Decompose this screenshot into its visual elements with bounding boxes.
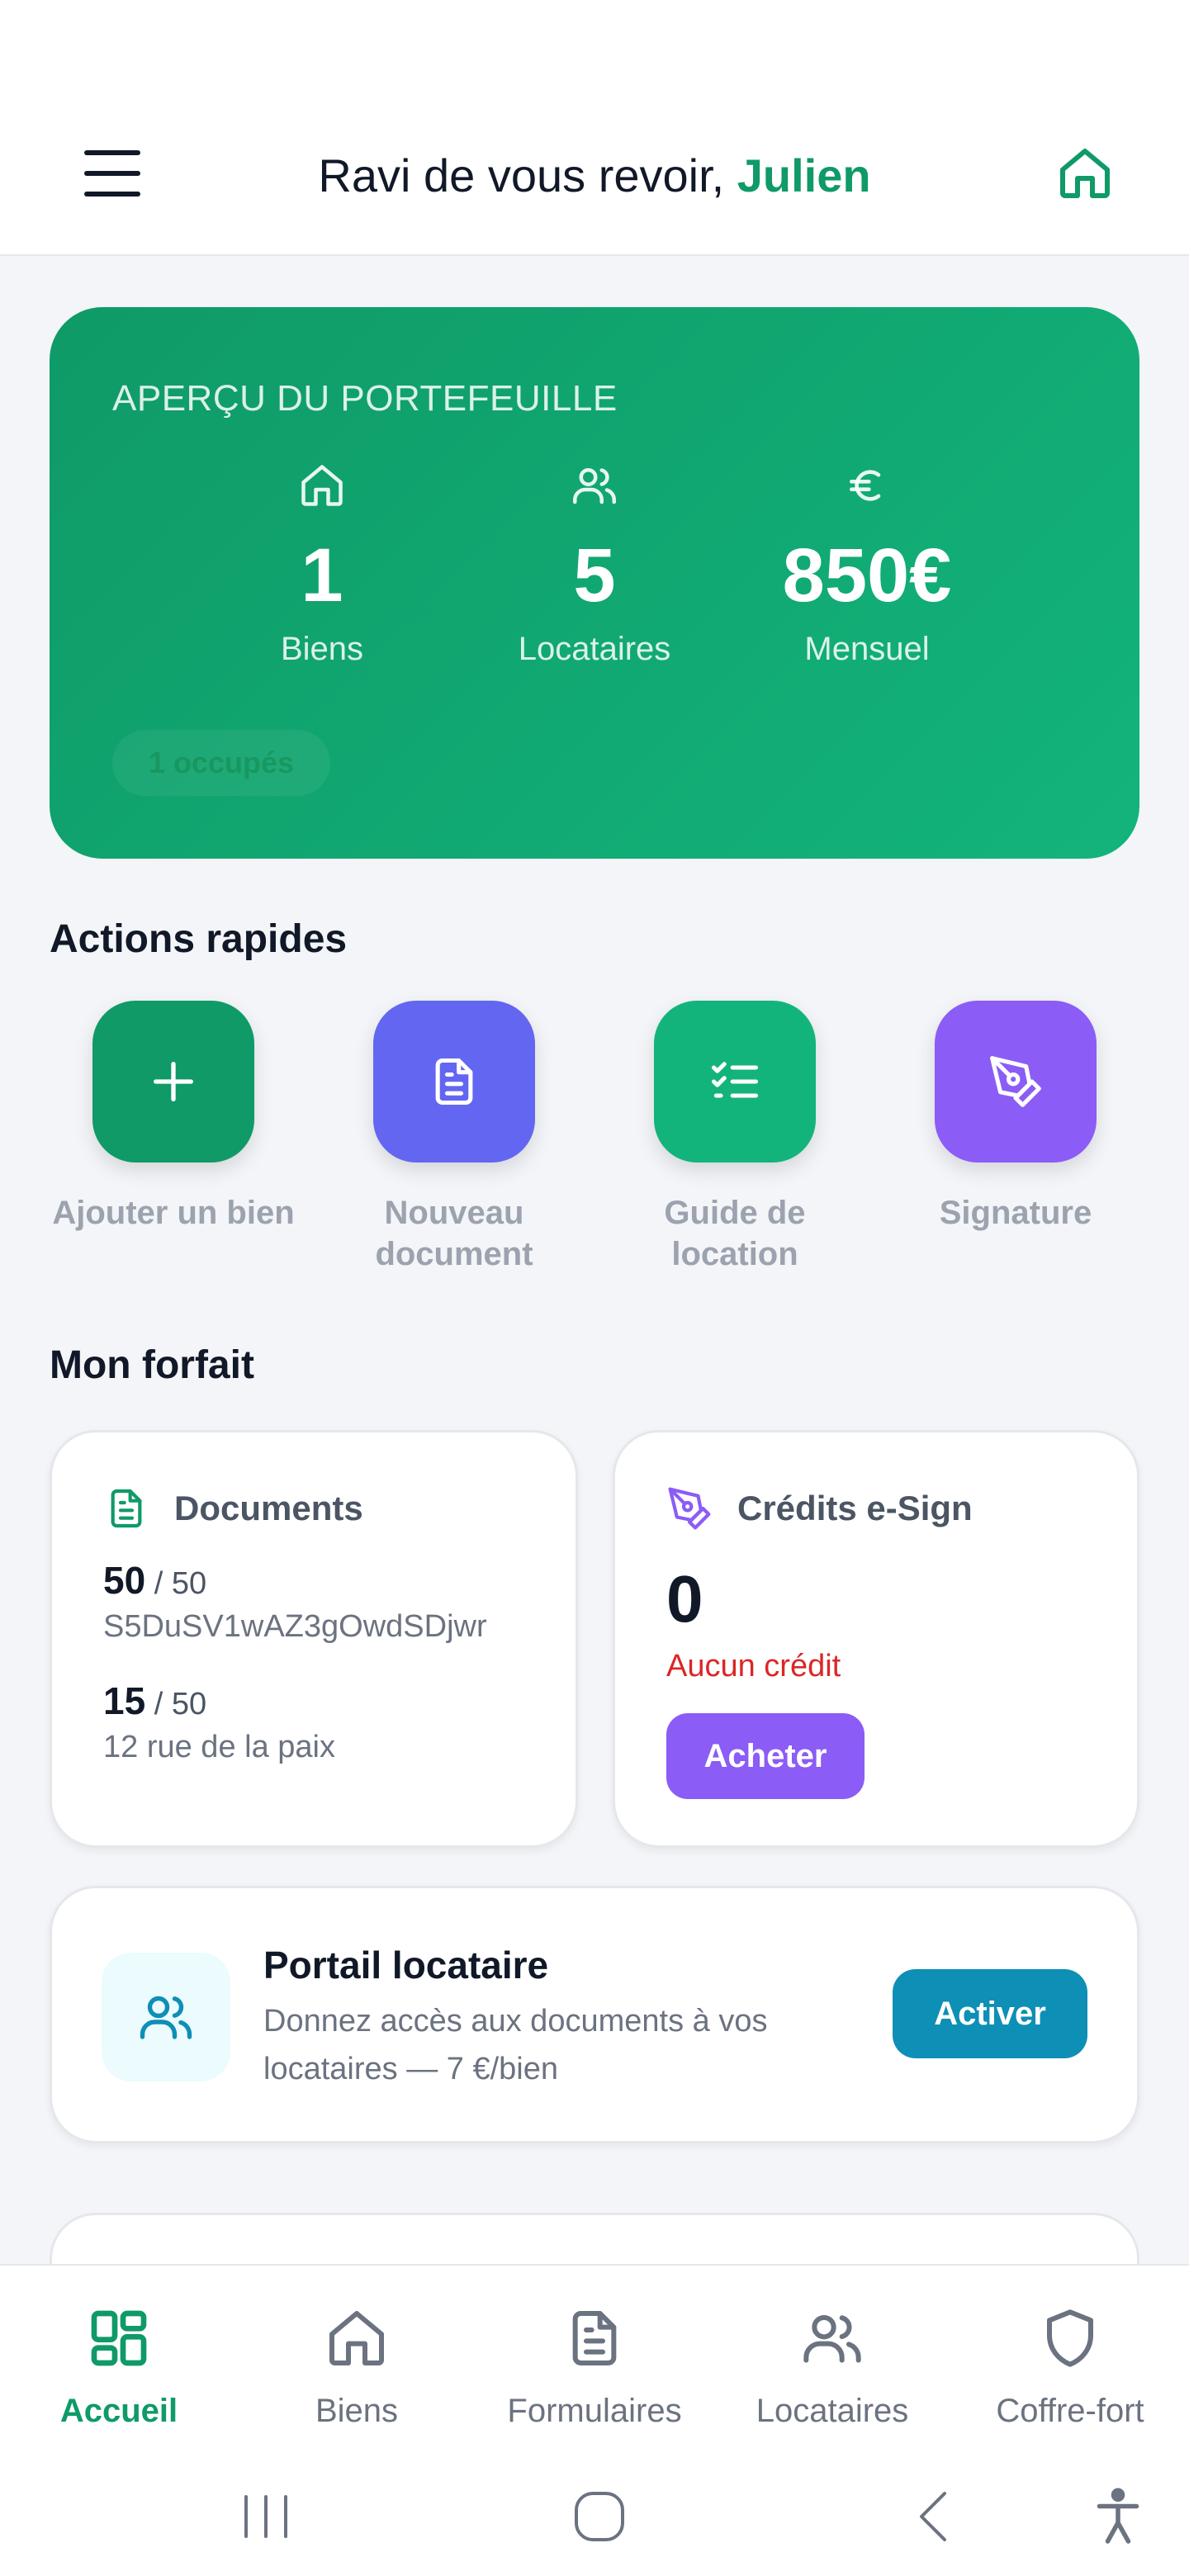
euro-icon bbox=[850, 470, 881, 501]
quota-total: / 50 bbox=[154, 1566, 207, 1601]
documents-quota-card: Documents 50 / 50 S5DuSV1wAZ3gOwdSDjwr 1… bbox=[50, 1430, 578, 1848]
esign-credit-count: 0 bbox=[666, 1562, 703, 1636]
nav-item-accueil[interactable]: Accueil bbox=[0, 2299, 238, 2430]
users-icon bbox=[803, 2315, 861, 2363]
plan-title: Mon forfait bbox=[50, 1343, 254, 1387]
portal-description: Donnez accès aux documents à vos locatai… bbox=[263, 2004, 768, 2086]
stat-label: Mensuel bbox=[804, 631, 930, 667]
add-property-button[interactable] bbox=[92, 1001, 254, 1163]
signature-button[interactable] bbox=[935, 1001, 1097, 1163]
quick-action-signature[interactable]: Signature bbox=[875, 1001, 1156, 1234]
quick-action-label: Guide de location bbox=[664, 1195, 806, 1272]
nav-item-formulaires[interactable]: Formulaires bbox=[476, 2299, 713, 2430]
quota-row: 15 / 50 bbox=[103, 1679, 206, 1723]
nav-label: Coffre-fort bbox=[996, 2393, 1144, 2429]
nav-label: Formulaires bbox=[507, 2393, 682, 2429]
quota-total: / 50 bbox=[154, 1687, 207, 1721]
portfolio-overview-card: APERÇU DU PORTEFEUILLE 1 Biens 5 Locatai… bbox=[50, 307, 1139, 859]
stat-monthly: 850€ Mensuel bbox=[702, 456, 1032, 668]
quota-property-label: S5DuSV1wAZ3gOwdSDjwr bbox=[103, 1609, 487, 1644]
buy-credits-button[interactable]: Acheter bbox=[666, 1713, 865, 1799]
documents-card-title: Documents bbox=[174, 1489, 363, 1527]
shield-icon bbox=[1047, 2309, 1093, 2367]
esign-credit-status: Aucun crédit bbox=[666, 1649, 841, 1683]
users-icon bbox=[573, 468, 617, 504]
plus-icon bbox=[154, 1062, 193, 1101]
esign-card-title: Crédits e-Sign bbox=[737, 1489, 973, 1527]
recents-icon bbox=[244, 2495, 287, 2538]
accessibility-icon bbox=[1097, 2488, 1139, 2544]
recent-apps-button[interactable] bbox=[225, 2482, 307, 2551]
nav-item-locataires[interactable]: Locataires bbox=[713, 2299, 951, 2430]
new-document-button[interactable] bbox=[373, 1001, 535, 1163]
back-chevron-icon bbox=[920, 2492, 946, 2541]
document-icon bbox=[435, 1058, 473, 1106]
document-icon bbox=[572, 2311, 617, 2365]
app-header: Ravi de vous revoir, Julien bbox=[0, 107, 1189, 256]
quick-actions-title: Actions rapides bbox=[50, 917, 348, 961]
quick-action-label: Ajouter un bien bbox=[52, 1195, 295, 1231]
portal-icon-badge bbox=[102, 1953, 230, 2081]
pen-icon bbox=[990, 1056, 1041, 1107]
users-icon bbox=[140, 1996, 192, 2039]
system-home-button[interactable] bbox=[558, 2482, 641, 2551]
quota-property-label: 12 rue de la paix bbox=[103, 1730, 335, 1764]
system-navigation-bar bbox=[0, 2459, 1189, 2576]
page-title: Ravi de vous revoir, Julien bbox=[0, 147, 1189, 205]
greeting-text: Ravi de vous revoir, bbox=[318, 149, 737, 201]
system-back-button[interactable] bbox=[892, 2482, 974, 2551]
home-icon bbox=[301, 465, 343, 506]
stat-value: 850€ bbox=[782, 533, 952, 618]
user-name: Julien bbox=[737, 149, 871, 201]
home-button[interactable] bbox=[1050, 139, 1120, 208]
quick-action-new-document[interactable]: Nouveau document bbox=[314, 1001, 594, 1275]
quota-row: 50 / 50 bbox=[103, 1558, 206, 1603]
status-bar bbox=[0, 0, 1189, 107]
quota-used: 50 bbox=[103, 1559, 146, 1602]
quick-action-label: Nouveau document bbox=[375, 1195, 533, 1272]
nav-label: Biens bbox=[315, 2393, 399, 2429]
nav-item-coffre-fort[interactable]: Coffre-fort bbox=[951, 2299, 1189, 2430]
esign-credits-card: Crédits e-Sign 0 Aucun crédit Acheter bbox=[613, 1430, 1139, 1848]
portfolio-title: APERÇU DU PORTEFEUILLE bbox=[112, 378, 618, 419]
quick-action-add-property[interactable]: Ajouter un bien bbox=[33, 1001, 314, 1234]
nav-label: Accueil bbox=[59, 2393, 178, 2429]
document-icon bbox=[111, 1489, 142, 1528]
quick-action-rental-guide[interactable]: Guide de location bbox=[594, 1001, 875, 1275]
quota-used: 15 bbox=[103, 1679, 146, 1722]
checklist-icon bbox=[711, 1062, 759, 1098]
tenant-portal-card: Portail locataire Donnez accès aux docum… bbox=[50, 1886, 1139, 2143]
home-icon bbox=[1060, 149, 1110, 198]
nav-label: Locataires bbox=[756, 2393, 909, 2429]
nav-item-biens[interactable]: Biens bbox=[238, 2299, 476, 2430]
bottom-navigation: Accueil Biens Formulaires Locataires Cof… bbox=[0, 2264, 1189, 2459]
activate-portal-button[interactable]: Activer bbox=[893, 1969, 1087, 2058]
home-circle-icon bbox=[575, 2492, 624, 2541]
quick-action-label: Signature bbox=[939, 1195, 1092, 1231]
pen-icon bbox=[668, 1487, 711, 1530]
dashboard-icon bbox=[91, 2310, 147, 2366]
accessibility-button[interactable] bbox=[1077, 2482, 1159, 2551]
portal-title: Portail locataire bbox=[263, 1944, 549, 1986]
occupied-badge: 1 occupés bbox=[112, 730, 330, 796]
home-icon bbox=[329, 2311, 384, 2365]
rental-guide-button[interactable] bbox=[654, 1001, 816, 1163]
